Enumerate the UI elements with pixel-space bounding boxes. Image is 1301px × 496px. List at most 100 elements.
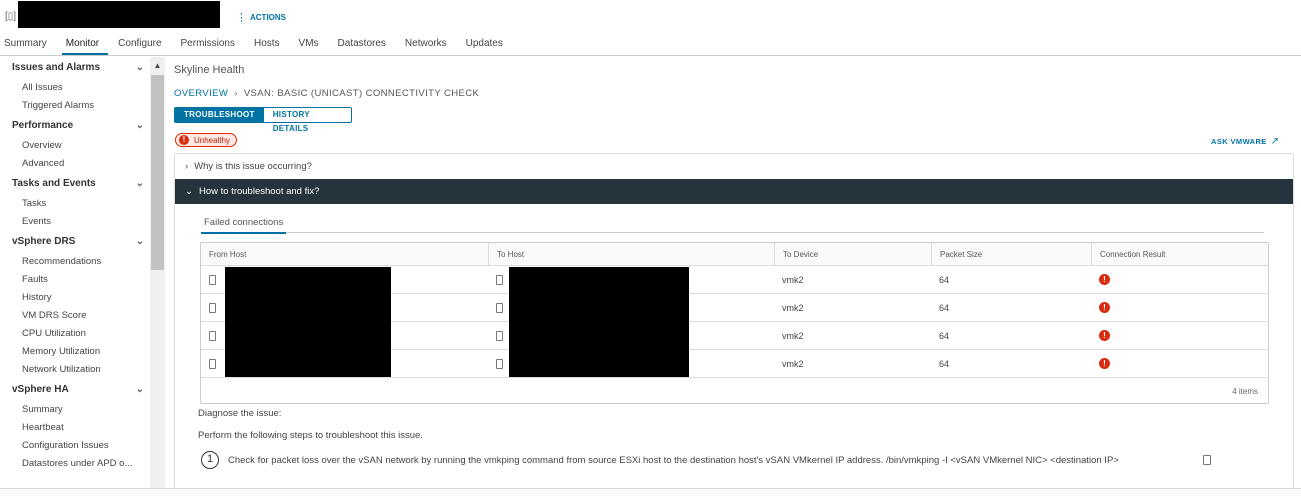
- tab-networks[interactable]: Networks: [401, 33, 456, 55]
- host-icon: [496, 358, 503, 369]
- tab-configure[interactable]: Configure: [114, 33, 170, 55]
- sidebar-item[interactable]: VM DRS Score: [0, 307, 150, 325]
- sidebar-section[interactable]: vSphere HA ⌄: [0, 379, 150, 401]
- how-accordion[interactable]: ⌄ How to troubleshoot and fix?: [175, 179, 1293, 204]
- column-header[interactable]: Packet Size: [931, 243, 982, 265]
- host-icon: [496, 274, 503, 285]
- step-text: Check for packet loss over the vSAN netw…: [228, 455, 1119, 466]
- sidebar: Issues and Alarms ⌄ All Issues Triggered Al…: [0, 57, 150, 496]
- how-label: How to troubleshoot and fix?: [198, 186, 320, 197]
- sidebar-item[interactable]: All Issues: [0, 79, 150, 97]
- sidebar-item[interactable]: Tasks: [0, 195, 150, 213]
- sidebar-section[interactable]: Performance ⌄: [0, 115, 150, 137]
- host-icon: [496, 302, 503, 313]
- troubleshoot-button[interactable]: TROUBLESHOOT: [175, 108, 264, 122]
- sidebar-item[interactable]: Datastores under APD o...: [0, 455, 150, 473]
- sidebar-section[interactable]: Tasks and Events ⌄: [0, 173, 150, 195]
- page-title: Skyline Health: [174, 64, 245, 76]
- copy-icon[interactable]: [1203, 455, 1211, 465]
- sidebar-section-title: Issues and Alarms: [12, 62, 101, 73]
- packet-size: 64: [939, 302, 950, 313]
- tab-summary[interactable]: Summary: [0, 33, 56, 55]
- tab-hosts[interactable]: Hosts: [250, 33, 289, 55]
- sidebar-section-title: vSphere HA: [12, 384, 69, 395]
- sidebar-item[interactable]: Advanced: [0, 155, 150, 173]
- more-actions-icon: ⋮: [236, 12, 247, 24]
- to-device: vmk2: [782, 274, 804, 285]
- redacted-host-names: [509, 267, 689, 377]
- error-icon: !: [1099, 274, 1110, 285]
- perform-text: Perform the following steps to troublesh…: [198, 430, 423, 441]
- sidebar-item[interactable]: Faults: [0, 271, 150, 289]
- sidebar-section[interactable]: Issues and Alarms ⌄: [0, 57, 150, 79]
- sidebar-item[interactable]: Recommendations: [0, 253, 150, 271]
- host-icon: [209, 302, 216, 313]
- chevron-down-icon: ⌄: [135, 120, 144, 131]
- view-toggle: TROUBLESHOOT HISTORY DETAILS: [174, 107, 352, 133]
- scroll-up-icon[interactable]: ▲: [150, 61, 165, 70]
- sidebar-item[interactable]: Memory Utilization: [0, 343, 150, 361]
- status-badge: ! Unhealthy: [175, 133, 238, 147]
- error-icon: !: [1099, 330, 1110, 341]
- sidebar-section-title: Tasks and Events: [12, 178, 96, 189]
- sidebar-item[interactable]: Summary: [0, 401, 150, 419]
- column-header[interactable]: Connection Result: [1091, 243, 1165, 265]
- sidebar-section[interactable]: vSphere DRS ⌄: [0, 231, 150, 253]
- sidebar-item[interactable]: History: [0, 289, 150, 307]
- tab-failed-connections[interactable]: Failed connections: [201, 217, 287, 234]
- status-text: Unhealthy: [194, 135, 231, 145]
- packet-size: 64: [939, 330, 950, 341]
- sidebar-section-title: Performance: [12, 120, 74, 131]
- sidebar-item[interactable]: Triggered Alarms: [0, 97, 150, 115]
- column-header[interactable]: To Host: [488, 243, 524, 265]
- host-icon: [209, 274, 216, 285]
- column-header[interactable]: From Host: [201, 243, 246, 265]
- host-icon: [209, 330, 216, 341]
- redacted-object-name: [18, 1, 220, 28]
- tab-datastores[interactable]: Datastores: [334, 33, 395, 55]
- sidebar-section-title: vSphere DRS: [12, 236, 76, 247]
- sidebar-item[interactable]: CPU Utilization: [0, 325, 150, 343]
- tab-updates[interactable]: Updates: [462, 33, 512, 55]
- chevron-right-icon: ›: [185, 161, 189, 172]
- packet-size: 64: [939, 358, 950, 369]
- sidebar-item[interactable]: Network Utilization: [0, 361, 150, 379]
- sidebar-item[interactable]: Configuration Issues: [0, 437, 150, 455]
- redacted-host-names: [225, 267, 391, 377]
- why-accordion[interactable]: › Why is this issue occurring?: [175, 154, 1293, 179]
- ask-vmware-link[interactable]: ASK VMWARE ↗: [1211, 136, 1279, 147]
- tab-vms[interactable]: VMs: [295, 33, 328, 55]
- sidebar-item[interactable]: Events: [0, 213, 150, 231]
- host-icon: [496, 330, 503, 341]
- error-icon: !: [1099, 302, 1110, 313]
- ask-vmware-label: ASK VMWARE: [1211, 137, 1267, 146]
- breadcrumb-current: VSAN: BASIC (UNICAST) CONNECTIVITY CHECK: [243, 88, 480, 99]
- nav-tabs: Summary Monitor Configure Permissions Hosts V…: [0, 33, 1301, 56]
- external-link-icon: ↗: [1270, 136, 1280, 147]
- host-icon: [209, 358, 216, 369]
- scrollbar-thumb[interactable]: [151, 75, 164, 270]
- chevron-down-icon: ⌄: [185, 186, 193, 197]
- sidebar-item[interactable]: Heartbeat: [0, 419, 150, 437]
- tab-monitor[interactable]: Monitor: [61, 33, 109, 55]
- breadcrumb-overview-link[interactable]: OVERVIEW: [174, 88, 228, 99]
- why-label: Why is this issue occurring?: [194, 161, 312, 172]
- error-icon: !: [179, 135, 189, 145]
- to-device: vmk2: [782, 358, 804, 369]
- breadcrumb-separator-icon: ›: [234, 88, 238, 99]
- history-details-button[interactable]: HISTORY DETAILS: [264, 108, 351, 133]
- error-icon: !: [1099, 358, 1110, 369]
- step-number: 1: [201, 451, 219, 469]
- sidebar-item[interactable]: Overview: [0, 137, 150, 155]
- host-icon: [▯]: [5, 11, 17, 22]
- chevron-down-icon: ⌄: [135, 384, 144, 395]
- chevron-down-icon: ⌄: [135, 62, 144, 73]
- bottom-strip: [0, 488, 1301, 496]
- to-device: vmk2: [782, 302, 804, 313]
- tab-permissions[interactable]: Permissions: [177, 33, 244, 55]
- column-header[interactable]: To Device: [774, 243, 818, 265]
- to-device: vmk2: [782, 330, 804, 341]
- diagnose-heading: Diagnose the issue:: [198, 408, 282, 419]
- breadcrumb: OVERVIEW › VSAN: BASIC (UNICAST) CONNECT…: [174, 88, 479, 99]
- actions-button[interactable]: ACTIONS: [250, 13, 286, 22]
